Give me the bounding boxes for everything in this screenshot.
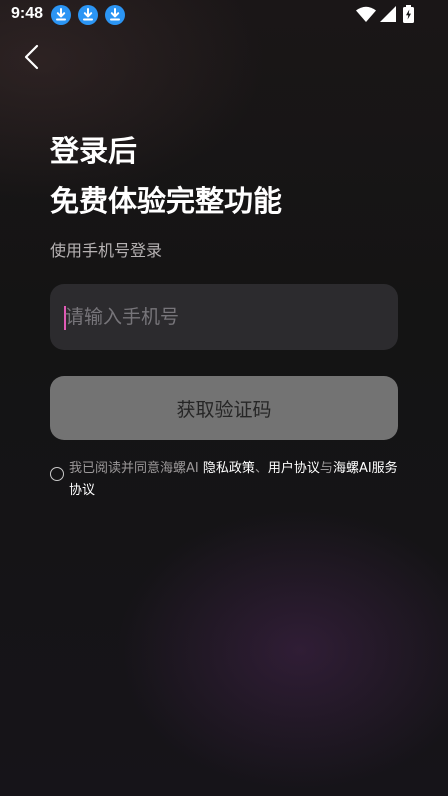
download-icon: [78, 5, 98, 25]
privacy-policy-link[interactable]: 隐私政策: [203, 461, 255, 476]
page-title-line2: 免费体验完整功能: [50, 184, 283, 218]
chevron-left-icon: [24, 44, 39, 70]
login-method-subtitle: 使用手机号登录: [50, 241, 163, 260]
signal-icon: [380, 6, 396, 26]
agreement-prefix: 我已阅读并同意海螺AI: [69, 461, 203, 476]
status-bar: 9:48: [0, 0, 448, 32]
agreement-separator: 、: [254, 461, 268, 476]
agreement-checkbox[interactable]: [50, 467, 64, 481]
user-agreement-link[interactable]: 用户协议: [268, 461, 320, 476]
get-verification-code-button[interactable]: 获取验证码: [50, 376, 398, 440]
agreement-text: 我已阅读并同意海螺AI 隐私政策、用户协议与海螺AI服务协议: [69, 458, 399, 502]
status-time: 9:48: [11, 5, 44, 22]
wifi-icon: [356, 6, 376, 26]
agreement-conjunction: 与: [319, 461, 333, 476]
phone-input[interactable]: [65, 284, 385, 350]
page-title-line1: 登录后: [50, 134, 138, 168]
phone-input-container[interactable]: [50, 284, 398, 350]
download-icon: [51, 5, 71, 25]
back-button[interactable]: [18, 42, 48, 72]
download-icon: [105, 5, 125, 25]
battery-charging-icon: [403, 5, 414, 27]
